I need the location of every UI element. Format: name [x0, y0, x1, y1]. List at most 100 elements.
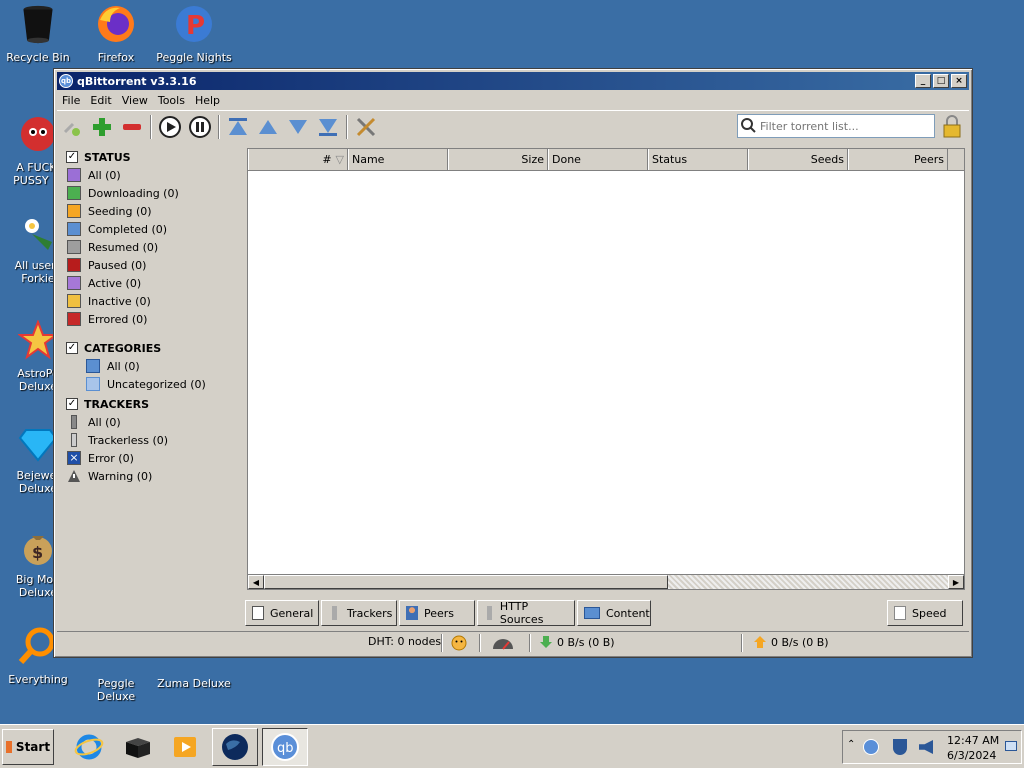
status-item-downloading[interactable]: Downloading (0)	[62, 184, 244, 202]
taskbar-app-black-box[interactable]	[114, 728, 160, 766]
column-header-status[interactable]: Status	[648, 149, 748, 170]
column-header-seeds[interactable]: Seeds	[748, 149, 848, 170]
category-item-uncategorized[interactable]: Uncategorized (0)	[62, 375, 244, 393]
delete-torrent-button[interactable]	[119, 114, 145, 140]
start-button[interactable]: Start	[2, 729, 54, 765]
status-item-label: Resumed (0)	[88, 240, 159, 254]
taskbar-qbittorrent[interactable]: qb	[262, 728, 308, 766]
search-icon	[741, 118, 756, 133]
move-top-button[interactable]	[225, 114, 251, 140]
move-up-button[interactable]	[255, 114, 281, 140]
status-item-active[interactable]: Active (0)	[62, 274, 244, 292]
tray-volume-icon[interactable]	[919, 740, 933, 754]
black-box-icon	[126, 738, 150, 758]
desktop-icon-peggle-deluxe[interactable]: Peggle Deluxe	[78, 660, 154, 703]
desktop-icon-zuma-deluxe[interactable]: Zuma Deluxe	[156, 660, 232, 690]
seeding-status-icon	[67, 204, 81, 218]
tab-general[interactable]: General	[245, 600, 319, 626]
horizontal-scrollbar[interactable]: ◀ ▶	[247, 574, 965, 590]
column-header-peers[interactable]: Peers	[848, 149, 948, 170]
status-separator	[529, 634, 531, 652]
move-down-button[interactable]	[285, 114, 311, 140]
column-header-number[interactable]: # ▽	[248, 149, 348, 170]
status-item-completed[interactable]: Completed (0)	[62, 220, 244, 238]
status-item-label: Downloading (0)	[88, 186, 179, 200]
connection-status-icon[interactable]	[451, 635, 467, 651]
desktop-icon-peggle-nights[interactable]: P Peggle Nights	[156, 4, 232, 64]
taskbar-globe-app[interactable]	[212, 728, 258, 766]
show-desktop-icon[interactable]	[1005, 741, 1017, 751]
tab-speed[interactable]: Speed	[887, 600, 963, 626]
resume-button[interactable]	[157, 114, 183, 140]
tab-http-sources[interactable]: HTTP Sources	[477, 600, 575, 626]
tab-trackers[interactable]: Trackers	[321, 600, 397, 626]
categories-section-header[interactable]: ✓ CATEGORIES	[62, 339, 244, 357]
tray-shield-icon[interactable]	[893, 739, 907, 755]
clock-date[interactable]: 6/3/2024	[947, 749, 996, 762]
minimize-button[interactable]: _	[915, 74, 931, 88]
toolbar	[57, 110, 969, 142]
column-label: Size	[521, 153, 544, 166]
taskbar-internet-explorer[interactable]	[66, 728, 112, 766]
menu-help[interactable]: Help	[190, 94, 225, 107]
move-bottom-button[interactable]	[315, 114, 341, 140]
categories-checkbox[interactable]: ✓	[66, 342, 78, 354]
lock-icon[interactable]	[941, 115, 963, 139]
maximize-button[interactable]: □	[933, 74, 949, 88]
tray-expand-icon[interactable]: ⌃	[847, 739, 855, 750]
status-checkbox[interactable]: ✓	[66, 151, 78, 163]
add-torrent-button[interactable]	[89, 114, 115, 140]
scroll-right-arrow[interactable]: ▶	[948, 575, 964, 589]
trackers-section-header[interactable]: ✓ TRACKERS	[62, 395, 244, 413]
folder-icon	[86, 377, 100, 391]
tracker-item-all[interactable]: All (0)	[62, 413, 244, 431]
tab-peers[interactable]: Peers	[399, 600, 475, 626]
upload-speed: 0 B/s (0 B)	[753, 635, 829, 649]
trackers-checkbox[interactable]: ✓	[66, 398, 78, 410]
qbittorrent-app-icon: qb	[59, 74, 73, 88]
column-header-name[interactable]: Name	[348, 149, 448, 170]
column-header-done[interactable]: Done	[548, 149, 648, 170]
media-player-icon	[174, 737, 196, 757]
category-label: All (0)	[107, 359, 140, 373]
tracker-item-trackerless[interactable]: Trackerless (0)	[62, 431, 244, 449]
scrollbar-thumb[interactable]	[264, 575, 668, 589]
desktop-icon-recycle-bin[interactable]: Recycle Bin	[0, 4, 76, 64]
tab-content[interactable]: Content	[577, 600, 651, 626]
menu-view[interactable]: View	[117, 94, 153, 107]
menu-tools[interactable]: Tools	[153, 94, 190, 107]
status-section-header[interactable]: ✓ STATUS	[62, 148, 244, 166]
category-item-all[interactable]: All (0)	[62, 357, 244, 375]
close-button[interactable]: ×	[951, 74, 967, 88]
torrent-list[interactable]: # ▽ Name Size Done Status Seeds Peers	[247, 148, 965, 590]
status-item-inactive[interactable]: Inactive (0)	[62, 292, 244, 310]
column-header-size[interactable]: Size	[448, 149, 548, 170]
status-item-errored[interactable]: Errored (0)	[62, 310, 244, 328]
menu-file[interactable]: File	[57, 94, 85, 107]
pause-button[interactable]	[187, 114, 213, 140]
status-item-seeding[interactable]: Seeding (0)	[62, 202, 244, 220]
sidebar: ✓ STATUS All (0) Downloading (0) Seeding (…	[62, 148, 244, 618]
tracker-item-warning[interactable]: Warning (0)	[62, 467, 244, 485]
clock-time[interactable]: 12:47 AM	[947, 734, 999, 747]
scroll-left-arrow[interactable]: ◀	[248, 575, 264, 589]
tray-qbittorrent-icon[interactable]	[863, 739, 879, 755]
status-item-paused[interactable]: Paused (0)	[62, 256, 244, 274]
play-icon	[159, 115, 181, 138]
taskbar-media-player[interactable]	[162, 728, 208, 766]
title-bar[interactable]: qb qBittorrent v3.3.16 _ □ ×	[57, 72, 969, 90]
add-torrent-link-button[interactable]	[59, 114, 85, 140]
move-bottom-icon	[319, 118, 337, 136]
status-item-all[interactable]: All (0)	[62, 166, 244, 184]
filter-torrent-input[interactable]	[758, 118, 928, 134]
tracker-item-error[interactable]: × Error (0)	[62, 449, 244, 467]
scrollbar-track[interactable]	[668, 575, 948, 589]
speed-limit-toggle[interactable]	[491, 635, 515, 651]
svg-text:$: $	[32, 543, 43, 562]
menu-edit[interactable]: Edit	[85, 94, 116, 107]
options-button[interactable]	[353, 114, 379, 140]
tab-label: General	[270, 606, 314, 620]
desktop-icon-firefox[interactable]: Firefox	[78, 4, 154, 64]
tab-label: Trackers	[347, 606, 393, 620]
status-item-resumed[interactable]: Resumed (0)	[62, 238, 244, 256]
